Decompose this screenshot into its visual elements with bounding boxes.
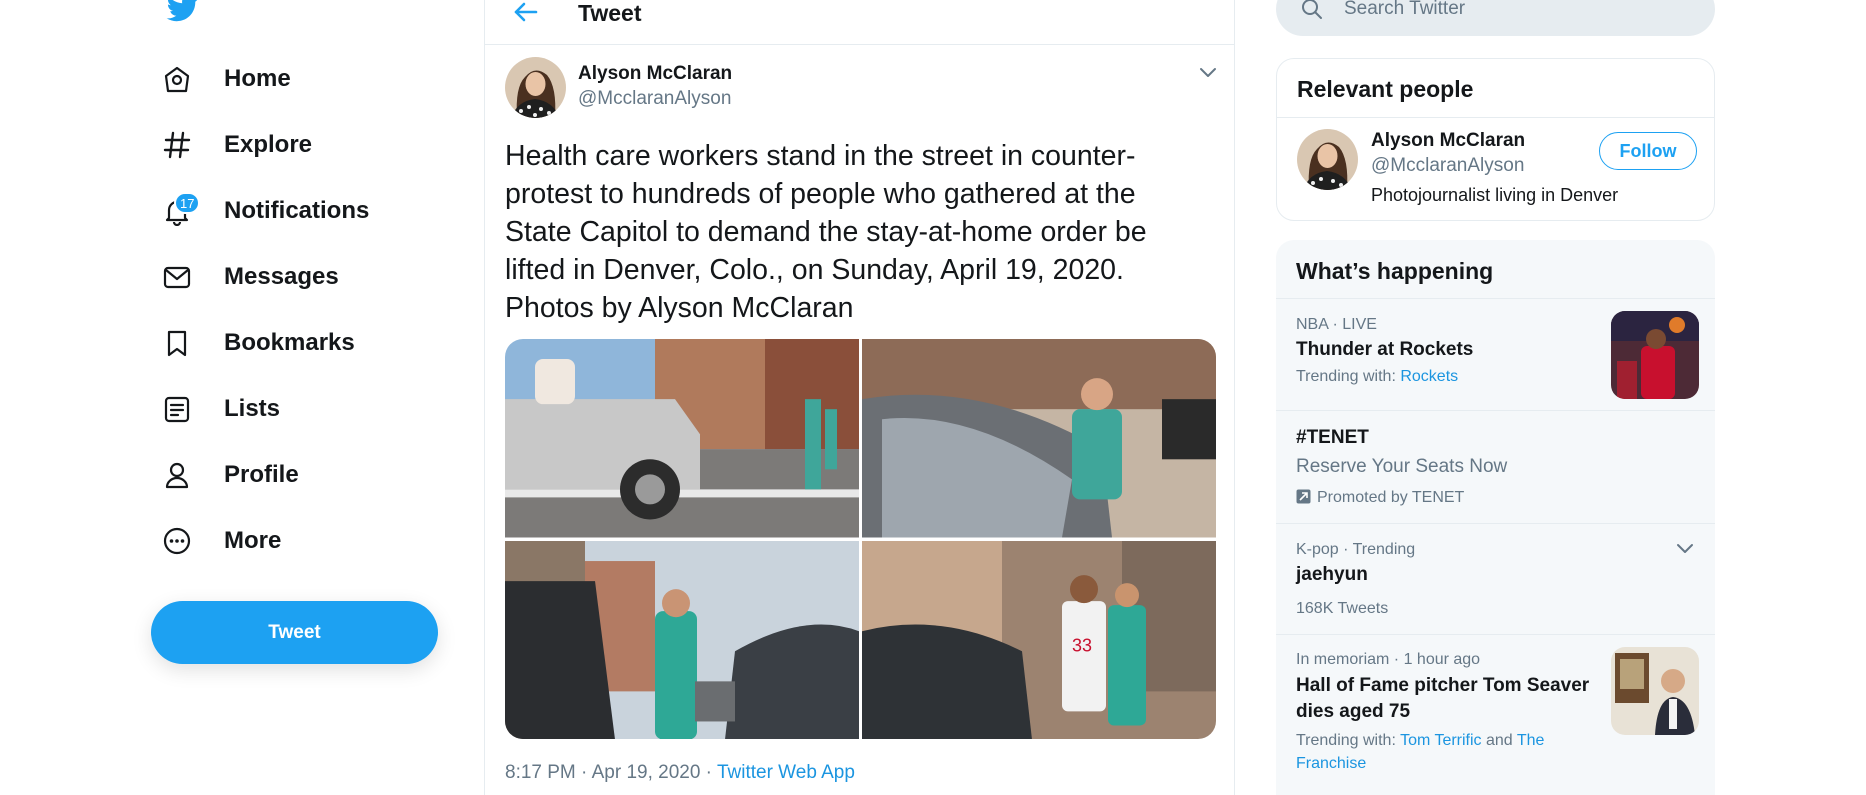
nav-item-notifications[interactable]: 17 Notifications: [160, 185, 369, 237]
bookmark-icon: [160, 326, 194, 360]
trend-link[interactable]: The: [1517, 732, 1545, 749]
chevron-down-icon[interactable]: [1197, 62, 1219, 82]
twitter-logo-icon[interactable]: [165, 0, 201, 24]
tweet-header: Tweet: [485, 0, 1234, 45]
hashtag-icon: [160, 128, 194, 162]
trend-link[interactable]: Tom Terrific: [1400, 732, 1482, 749]
trend-meta: NBA · LIVE: [1296, 316, 1377, 333]
tweet-photo[interactable]: [505, 540, 859, 739]
nav-item-profile[interactable]: Profile: [160, 449, 299, 501]
trend-context-line-2: Franchise: [1296, 752, 1366, 775]
person-name[interactable]: Alyson McClaran: [1371, 130, 1525, 152]
trend-item[interactable]: NBA · LIVE Thunder at Rockets Trending w…: [1276, 298, 1715, 410]
nav-item-home[interactable]: Home: [160, 53, 291, 105]
trend-link[interactable]: Rockets: [1400, 368, 1458, 385]
whats-happening-card: What’s happening NBA · LIVE Thunder at R…: [1276, 240, 1715, 795]
notification-count-badge: 17: [174, 192, 201, 214]
trend-item[interactable]: In memoriam · 1 hour ago Hall of Fame pi…: [1276, 634, 1715, 794]
trend-item[interactable]: K-pop · Trending jaehyun 168K Tweets: [1276, 523, 1715, 634]
nav-label-more: More: [224, 527, 282, 554]
nav-item-messages[interactable]: Messages: [160, 251, 339, 303]
trend-thumbnail[interactable]: [1611, 311, 1699, 399]
envelope-icon: [160, 260, 194, 294]
back-arrow-icon[interactable]: [511, 0, 541, 26]
nav-item-more[interactable]: More: [160, 515, 281, 567]
nav-item-lists[interactable]: Lists: [160, 383, 280, 435]
trend-title: Thunder at Rockets: [1296, 339, 1474, 360]
relevant-people-title: Relevant people: [1297, 76, 1474, 102]
tweet-photo[interactable]: [505, 339, 859, 538]
person-bio: Photojournalist living in Denver: [1371, 185, 1619, 205]
author-name[interactable]: Alyson McClaran: [578, 63, 732, 85]
nav-label-profile: Profile: [224, 461, 299, 488]
author-avatar[interactable]: [505, 57, 566, 118]
nav-label-home: Home: [224, 65, 291, 92]
nav-label-notifications: Notifications: [224, 197, 370, 224]
list-icon: [160, 392, 194, 426]
left-navigation: Home Explore 17 Notifications Messages B…: [0, 0, 484, 795]
more-dots-icon: [160, 524, 194, 558]
tweet-photo[interactable]: [862, 339, 1216, 538]
trend-context: Trending with: Rockets: [1296, 368, 1459, 385]
author-handle[interactable]: @McclaranAlyson: [578, 88, 731, 110]
trend-description: Reserve Your Seats Now: [1296, 456, 1508, 477]
trend-context: Trending with: Tom Terrific and The: [1296, 732, 1545, 749]
chevron-down-icon[interactable]: [1674, 538, 1696, 558]
promoted-icon: [1296, 489, 1311, 504]
nav-label-messages: Messages: [224, 263, 339, 290]
tweet-detail-column: Tweet Alyson McClaran @McclaranAlyson He…: [484, 0, 1235, 795]
page-title: Tweet: [578, 0, 642, 26]
source-app-link[interactable]: Twitter Web App: [717, 762, 855, 783]
nav-item-bookmarks[interactable]: Bookmarks: [160, 317, 355, 369]
svg-text:33: 33: [1072, 635, 1092, 655]
right-sidebar: Relevant people Alyson McClaran @Mcclara…: [1235, 0, 1866, 795]
trend-title-line-2: dies aged 75: [1296, 701, 1411, 722]
search-box[interactable]: [1276, 0, 1715, 36]
promoted-label: Promoted by TENET: [1296, 486, 1464, 509]
promoted-trend-item[interactable]: #TENET Reserve Your Seats Now Promoted b…: [1276, 410, 1715, 523]
person-icon: [160, 458, 194, 492]
trend-title-line-1: Hall of Fame pitcher Tom Seaver: [1296, 675, 1590, 696]
nav-item-explore[interactable]: Explore: [160, 119, 312, 171]
person-handle[interactable]: @McclaranAlyson: [1371, 155, 1524, 177]
person-avatar[interactable]: [1297, 129, 1358, 190]
trend-title: #TENET: [1296, 427, 1369, 448]
trend-meta: In memoriam · 1 hour ago: [1296, 651, 1481, 668]
whats-happening-title: What’s happening: [1296, 258, 1494, 284]
trend-link[interactable]: Franchise: [1296, 755, 1366, 772]
bell-icon: 17: [160, 192, 201, 228]
relevant-people-card: Relevant people Alyson McClaran @Mcclara…: [1276, 58, 1715, 221]
search-input[interactable]: [1344, 0, 1674, 20]
tweet-timestamp: 8:17 PM · Apr 19, 2020 · Twitter Web App: [505, 762, 855, 784]
follow-button[interactable]: Follow: [1599, 132, 1697, 170]
compose-tweet-button[interactable]: Tweet: [151, 601, 438, 664]
nav-label-bookmarks: Bookmarks: [224, 329, 355, 356]
tweet-text: Health care workers stand in the street …: [505, 140, 1147, 324]
tweet-media-grid: 33: [505, 339, 1216, 739]
trend-meta: K-pop · Trending: [1296, 541, 1416, 558]
tweet-timestamp-text: 8:17 PM · Apr 19, 2020 ·: [505, 762, 717, 783]
trend-thumbnail[interactable]: [1611, 647, 1699, 735]
divider: [1277, 117, 1714, 118]
tweet-photo[interactable]: 33: [862, 540, 1216, 739]
search-icon: [1302, 0, 1322, 19]
nav-label-explore: Explore: [224, 131, 313, 158]
nav-label-lists: Lists: [224, 395, 281, 422]
trend-title: jaehyun: [1296, 564, 1368, 585]
home-icon: [160, 62, 194, 96]
trend-tweet-count: 168K Tweets: [1296, 600, 1389, 617]
